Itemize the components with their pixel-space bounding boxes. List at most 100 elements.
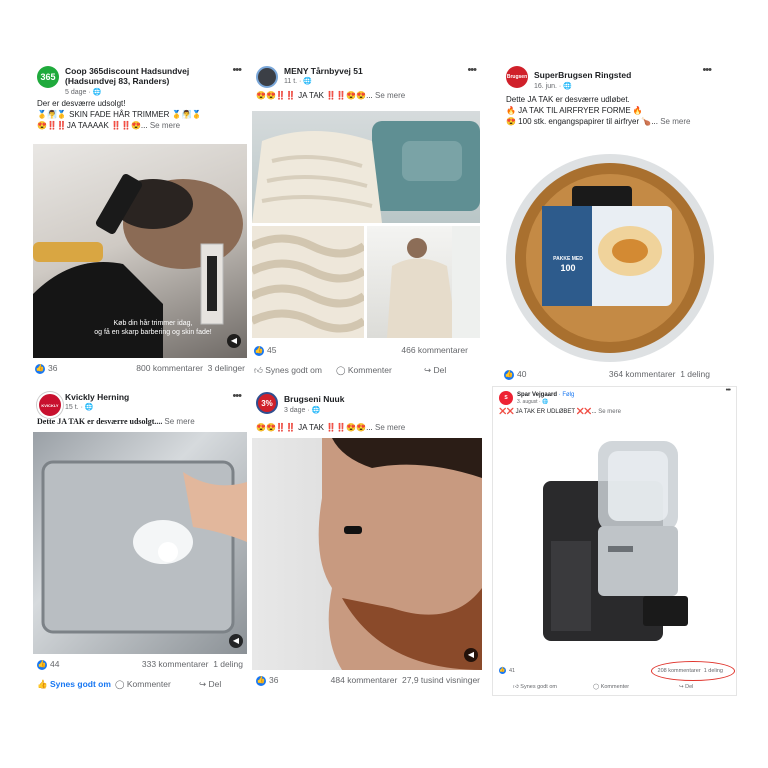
- blanket-sofa-image: [252, 121, 480, 223]
- speaker-icon[interactable]: ◀: [229, 634, 243, 648]
- meny-avatar[interactable]: [256, 66, 278, 88]
- post-time: 5 dage · 🌐: [65, 89, 102, 96]
- post-text-line: Dette JA TAK er desværre udløbet.: [506, 95, 630, 104]
- airfryer-paper-image: [506, 154, 714, 362]
- sink-cleaning-image: [41, 460, 247, 634]
- post-header: Brugsen SuperBrugsen Ringsted 16. jun. ·…: [502, 64, 717, 94]
- highlight-circle: [651, 661, 735, 681]
- post-time: 15 t. · 🌐: [65, 404, 94, 411]
- brugseni-avatar[interactable]: 3%: [256, 392, 278, 414]
- thumbs-up-icon: 👍: [504, 369, 514, 380]
- speech-bubble-icon: ◯: [593, 684, 600, 690]
- like-count[interactable]: 36: [269, 675, 278, 685]
- post-image-right[interactable]: [367, 226, 480, 338]
- comments-shares[interactable]: 800 kommentarer 3 delinger: [136, 362, 245, 374]
- post-text-line: 🥇🧖‍♂️🥇 SKIN FADE HÅR TRIMMER 🥇🧖‍♂️🥇: [37, 110, 202, 119]
- like-count[interactable]: 40: [517, 369, 526, 379]
- share-button[interactable]: ↪ Del: [199, 678, 221, 690]
- more-dots-icon[interactable]: •••: [726, 387, 731, 394]
- post-coop: 365 Coop 365discount Hadsundvej (Hadsund…: [33, 64, 247, 378]
- more-dots-icon[interactable]: •••: [232, 64, 242, 76]
- share-arrow-icon: ↪: [679, 684, 684, 690]
- like-button[interactable]: 👍︎ Synes godt om: [513, 681, 557, 693]
- page-name-location[interactable]: (Hadsundvej 83, Randers): [65, 76, 169, 86]
- comment-button[interactable]: ◯ Kommenter: [115, 678, 171, 690]
- more-dots-icon[interactable]: •••: [467, 64, 477, 76]
- more-dots-icon[interactable]: •••: [232, 390, 242, 402]
- thumbs-up-icon: 👍: [37, 679, 48, 689]
- thumbs-up-icon: 👍︎: [513, 684, 519, 690]
- coop-avatar[interactable]: 365: [37, 66, 59, 88]
- post-text-line: 😍‼️‼️JA TAAAAK ‼️‼️😍... Se mere: [37, 121, 181, 130]
- post-spar: S Spar Vejgaard · Følg 3. august · 🌐 •••…: [492, 386, 737, 696]
- see-more-link[interactable]: Se mere: [598, 409, 621, 415]
- superbrugsen-avatar[interactable]: Brugsen: [506, 66, 528, 88]
- page-name[interactable]: Brugseni Nuuk: [284, 394, 344, 404]
- post-text-line: Dette JA TAK er desværre udsolgt.... Se …: [37, 417, 195, 426]
- page-name[interactable]: SuperBrugsen Ringsted: [534, 70, 631, 80]
- see-more-link[interactable]: Se mere: [164, 417, 194, 426]
- comment-button[interactable]: ◯ Kommenter: [336, 364, 392, 376]
- kvickly-avatar[interactable]: KVICKLY: [37, 392, 63, 418]
- post-text-line: 😍😍‼️‼️ JA TAK ‼️‼️😍😍... Se mere: [256, 91, 406, 100]
- see-more-link[interactable]: Se mere: [375, 423, 405, 432]
- post-video[interactable]: ◀: [252, 438, 482, 670]
- post-text-line: 🔥 JA TAK TIL AIRFRYER FORME 🔥: [506, 106, 643, 115]
- comments-shares[interactable]: 364 kommentarer 1 deling: [609, 368, 710, 380]
- share-arrow-icon: ↪: [424, 365, 432, 375]
- share-button[interactable]: ↪ Del: [679, 681, 693, 693]
- post-meny: MENY Tårnbyvej 51 11 t. · 🌐 ••• 😍😍‼️‼️ J…: [252, 64, 482, 378]
- comments-views[interactable]: 484 kommentarer 27,9 tusind visninger: [331, 674, 480, 686]
- share-button[interactable]: ↪ Del: [424, 364, 446, 376]
- spar-avatar[interactable]: S: [499, 391, 513, 405]
- speaker-icon[interactable]: ◀: [464, 648, 478, 662]
- page-name[interactable]: Coop 365discount Hadsundvej: [65, 66, 189, 76]
- post-image-main[interactable]: [252, 111, 480, 223]
- post-image[interactable]: PAKKE MED 100: [502, 146, 717, 364]
- post-time: 3. august · 🌐: [517, 399, 549, 405]
- more-dots-icon[interactable]: •••: [702, 64, 712, 76]
- blanket-closeup-image: [252, 234, 364, 333]
- post-header: MENY Tårnbyvej 51 11 t. · 🌐 •••: [252, 64, 482, 90]
- post-stats: 👍 45 466 kommentarer: [254, 344, 478, 356]
- page-name[interactable]: MENY Tårnbyvej 51: [284, 66, 363, 76]
- speech-bubble-icon: ◯: [336, 365, 346, 375]
- comments-shares[interactable]: 333 kommentarer 1 deling: [142, 658, 243, 670]
- post-video[interactable]: Køb din hår trimmer idag, og få en skarp…: [33, 144, 247, 358]
- like-count[interactable]: 36: [48, 363, 57, 373]
- like-button[interactable]: 👍︎ Synes godt om: [254, 364, 322, 376]
- like-count[interactable]: 41: [509, 668, 515, 674]
- post-text-line: 😍😍‼️‼️ JA TAK ‼️‼️😍😍... Se mere: [256, 423, 406, 432]
- woman-blanket-image: [387, 226, 480, 338]
- post-brugseni: 3% Brugseni Nuuk 3 dage · 🌐 😍😍‼️‼️ JA TA…: [252, 390, 482, 694]
- thumbs-up-icon: 👍︎: [254, 365, 263, 375]
- post-time: 16. jun. · 🌐: [534, 83, 572, 90]
- post-image-left[interactable]: [252, 226, 364, 338]
- man-portrait-image: [318, 438, 482, 670]
- speaker-icon[interactable]: ◀: [227, 334, 241, 348]
- package-label: PAKKE MED 100: [553, 256, 583, 273]
- like-count[interactable]: 44: [50, 659, 59, 669]
- post-video[interactable]: ◀: [33, 432, 247, 654]
- comment-button[interactable]: ◯ Kommenter: [593, 681, 629, 693]
- speech-bubble-icon: ◯: [115, 679, 125, 689]
- globe-icon: 🌐: [303, 78, 313, 85]
- thumbs-up-icon: 👍: [37, 659, 47, 670]
- post-stats: 👍 40 364 kommentarer 1 deling: [504, 368, 714, 380]
- see-more-link[interactable]: Se mere: [660, 117, 690, 126]
- see-more-link[interactable]: Se mere: [150, 121, 180, 130]
- see-more-link[interactable]: Se mere: [375, 91, 405, 100]
- slush-machine-image: [543, 441, 688, 641]
- comment-count[interactable]: 466 kommentarer: [401, 344, 468, 356]
- page-name[interactable]: Kvickly Herning: [65, 392, 129, 402]
- follow-link[interactable]: · Følg: [559, 392, 575, 398]
- post-header: 3% Brugseni Nuuk 3 dage · 🌐: [252, 390, 482, 418]
- post-header: KVICKLY Kvickly Herning 15 t. · 🌐 •••: [33, 390, 247, 418]
- video-caption: Køb din hår trimmer idag, og få en skarp…: [94, 320, 212, 336]
- thumbs-up-icon: 👍: [256, 675, 266, 686]
- like-count[interactable]: 45: [267, 345, 276, 355]
- post-time: 3 dage · 🌐: [284, 407, 321, 414]
- globe-icon: 🌐: [311, 407, 321, 414]
- post-image[interactable]: [493, 421, 736, 661]
- like-button[interactable]: 👍 Synes godt om: [37, 678, 111, 690]
